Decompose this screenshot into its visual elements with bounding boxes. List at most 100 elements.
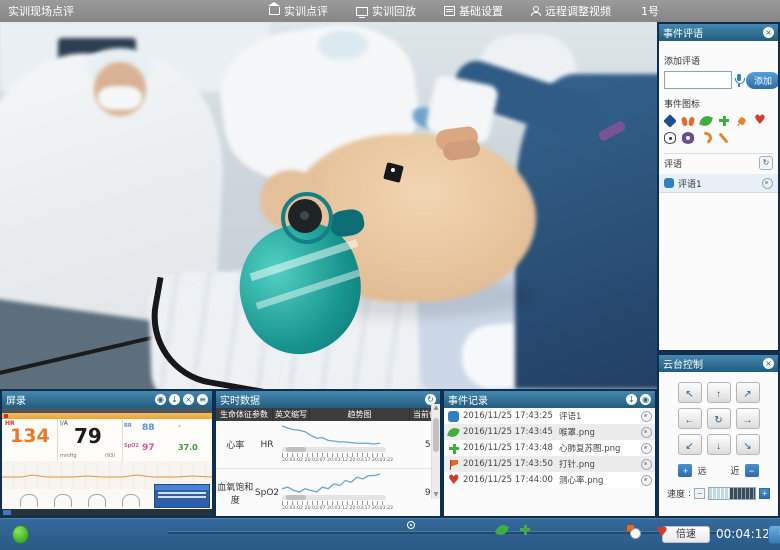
screen-record-panel: 屏录 ◉ ↓ × ≡ HR 134 I/A 79 mmHg (93) RR 88… — [1, 390, 213, 517]
pan-down-button[interactable]: ↓ — [707, 434, 731, 455]
delete-icon[interactable] — [641, 475, 652, 486]
scene-cable — [0, 320, 222, 377]
event-name: 喉罩.png — [559, 426, 641, 438]
close-icon[interactable]: × — [183, 394, 194, 405]
flag-marker[interactable] — [624, 524, 636, 536]
tab-label: 实训点评 — [284, 3, 328, 19]
replay-icon — [356, 7, 368, 16]
tab-home[interactable]: 实训点评 — [269, 3, 328, 19]
arm-icon[interactable] — [698, 130, 714, 146]
event-row[interactable]: ♥2016/11/25 17:44:00测心率.png — [444, 472, 655, 488]
tab-replay[interactable]: 实训回放 — [356, 3, 416, 19]
chart-scrollbar[interactable] — [282, 447, 386, 452]
speed-slider[interactable] — [708, 487, 756, 500]
comment-input[interactable] — [664, 71, 732, 89]
scrollbar-thumb[interactable] — [286, 447, 306, 452]
event-row[interactable]: 2016/11/25 17:43:45喉罩.png — [444, 424, 655, 440]
event-time: 2016/11/25 17:43:48 — [463, 443, 559, 453]
settings-icon — [444, 6, 455, 16]
pan-home-button[interactable]: ↻ — [707, 408, 731, 429]
scene-person-top-right — [478, 34, 576, 122]
scene-person-left — [0, 48, 229, 389]
pan-up-button[interactable]: ↑ — [707, 382, 731, 403]
record-icon[interactable]: ◉ — [155, 394, 166, 405]
chart-scrollbar[interactable] — [282, 495, 386, 500]
playback-speed-button[interactable]: 倍速 — [662, 526, 710, 543]
diamond-icon[interactable] — [663, 114, 677, 128]
zoom-out-button[interactable]: − — [745, 464, 759, 477]
chart-tick-labels: 20:03:02 20:03:07 20:03:12 20:03:17 20:0… — [282, 457, 393, 462]
delete-icon[interactable] — [641, 427, 652, 438]
scene-white-sheet — [460, 313, 657, 389]
cross-marker[interactable] — [519, 524, 531, 536]
leaf-icon[interactable] — [699, 114, 713, 128]
user-icon — [531, 6, 541, 16]
eye-icon[interactable] — [664, 132, 676, 144]
collapse-icon[interactable]: × — [763, 358, 774, 369]
pleth-hump — [20, 494, 38, 507]
patient-monitor-capture: HR 134 I/A 79 mmHg (93) RR 88 SpO2 97 - … — [2, 408, 212, 516]
event-list: 2016/11/25 17:43:25评语12016/11/25 17:43:4… — [444, 408, 655, 488]
realtime-rows: 心率HR20:03:02 20:03:07 20:03:12 20:03:17 … — [216, 421, 440, 516]
scene-cpr-sensor-led — [391, 168, 395, 172]
scene-bvm-strap — [256, 269, 361, 309]
collapse-icon[interactable]: × — [763, 27, 774, 38]
speed-plus-button[interactable]: + — [759, 488, 770, 499]
top-bar: 实训现场点评 实训点评实训回放基础设置远程调整视频 1号 — [0, 0, 780, 22]
delete-icon[interactable] — [641, 459, 652, 470]
comment-list-item[interactable]: 评语1 — [659, 174, 778, 193]
pan-up-left-button[interactable]: ↖ — [678, 382, 702, 403]
save-icon[interactable]: ↓ — [626, 394, 637, 405]
scene-compressing-hands — [442, 139, 481, 162]
nibp-label: I/A — [60, 420, 68, 427]
event-row[interactable]: 2016/11/25 17:43:25评语1 — [444, 408, 655, 424]
scrollbar-thumb[interactable] — [286, 495, 306, 500]
cross-icon[interactable] — [718, 115, 730, 127]
pan-down-left-button[interactable]: ↙ — [678, 434, 702, 455]
scene-mask-valve — [300, 211, 309, 220]
save-icon[interactable]: ↓ — [169, 394, 180, 405]
scalpel-icon[interactable] — [718, 132, 728, 143]
event-row[interactable]: 2016/11/25 17:43:50打针.png — [444, 456, 655, 472]
panel-title: 实时数据 — [220, 392, 422, 407]
column-header: 生命体征参数 — [216, 408, 272, 421]
column-header: 趋势图 — [310, 408, 409, 421]
speed-label: 速度 — [667, 487, 685, 500]
event-time: 2016/11/25 17:43:45 — [463, 427, 559, 437]
microphone-icon[interactable] — [734, 74, 744, 87]
heart-icon[interactable]: ♥ — [754, 115, 766, 127]
comment-text: 评语1 — [678, 177, 762, 190]
pan-right-button[interactable]: → — [736, 408, 760, 429]
screenshot-button[interactable]: 截图 — [768, 525, 780, 544]
refresh-icon[interactable]: ↻ — [759, 156, 773, 170]
tab-settings[interactable]: 基础设置 — [444, 3, 503, 19]
pupil-icon[interactable] — [682, 132, 694, 144]
pan-up-right-button[interactable]: ↗ — [736, 382, 760, 403]
tab-user[interactable]: 远程调整视频 — [531, 3, 611, 19]
heart-marker[interactable]: ♥ — [656, 527, 668, 539]
pleth-hump — [88, 494, 106, 507]
speed-minus-button[interactable]: − — [694, 488, 705, 499]
row-action-icon[interactable] — [762, 178, 773, 189]
vital-name: 心率 — [216, 438, 255, 451]
add-comment-button[interactable]: 添加 — [746, 72, 779, 89]
scene-manikin-head — [260, 170, 322, 230]
lungs-icon[interactable] — [682, 115, 694, 127]
event-row[interactable]: 2016/11/25 17:43:48心肺复苏图.png — [444, 440, 655, 456]
flag-icon — [448, 459, 459, 470]
main-tabs: 实训点评 实训回放 基础设置 远程调整视频 — [269, 3, 611, 19]
event-time: 2016/11/25 17:44:00 — [463, 475, 559, 485]
timeline-track[interactable] — [168, 532, 738, 534]
vertical-scrollbar[interactable]: ▲▼ — [431, 404, 440, 499]
syringe-icon[interactable] — [737, 116, 746, 125]
comments-label: 评语 — [664, 157, 759, 170]
delete-icon[interactable] — [641, 443, 652, 454]
pan-down-right-button[interactable]: ↘ — [736, 434, 760, 455]
record-icon[interactable]: ◉ — [640, 394, 651, 405]
tab-label: 远程调整视频 — [545, 3, 611, 19]
spo2-label: SpO2 — [124, 443, 139, 449]
menu-icon[interactable]: ≡ — [197, 394, 208, 405]
delete-icon[interactable] — [641, 411, 652, 422]
pan-left-button[interactable]: ← — [678, 408, 702, 429]
zoom-in-button[interactable]: + — [678, 464, 692, 477]
